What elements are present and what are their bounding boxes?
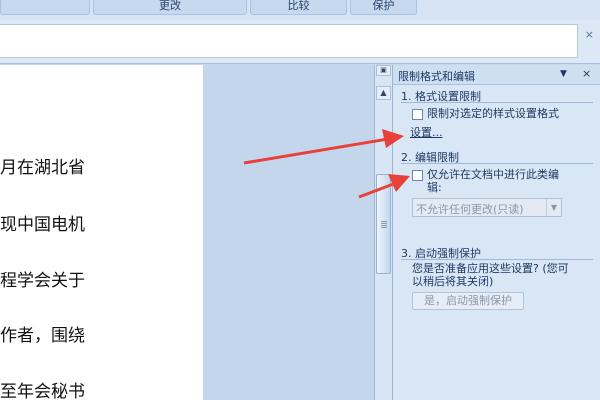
chevron-down-icon[interactable]: ▼ bbox=[546, 199, 561, 216]
message-bar: × bbox=[0, 20, 600, 64]
document-text-line: 至年会秘书 bbox=[0, 382, 85, 400]
section-divider bbox=[401, 102, 593, 103]
document-area: 月在湖北省 现中国电机 程学会关于 作者，围绕 至年会秘书 bbox=[0, 65, 374, 400]
restrict-formatting-pane: 限制格式和编辑 ▼ × 1. 格式设置限制 限制对选定的样式设置格式 设置...… bbox=[392, 65, 600, 400]
editing-type-value: 不允许任何更改(只读) bbox=[416, 203, 524, 216]
editing-type-select[interactable]: 不允许任何更改(只读) ▼ bbox=[412, 198, 562, 217]
section-divider bbox=[401, 259, 593, 260]
document-text-line: 程学会关于 bbox=[0, 271, 85, 291]
ribbon-group-protect[interactable]: 保护 bbox=[350, 0, 417, 15]
pane-close-icon[interactable]: × bbox=[582, 67, 591, 80]
editing-restriction-label-cont: 辑: bbox=[427, 181, 442, 194]
formatting-settings-link[interactable]: 设置... bbox=[410, 126, 443, 140]
pane-title: 限制格式和编辑 bbox=[398, 70, 475, 83]
formatting-restriction-label: 限制对选定的样式设置格式 bbox=[427, 107, 559, 120]
close-icon[interactable]: × bbox=[585, 28, 594, 41]
message-bar-field bbox=[0, 24, 578, 58]
pane-header: 限制格式和编辑 ▼ × bbox=[393, 65, 600, 85]
enforcement-description-cont: 以稍后将其关闭) bbox=[412, 275, 494, 288]
start-enforcing-button[interactable]: 是，启动强制保护 bbox=[412, 292, 524, 310]
scrollbar-thumb[interactable] bbox=[376, 174, 391, 274]
ribbon-group-bar: 更改 比较 保护 bbox=[0, 0, 600, 20]
pane-menu-icon[interactable]: ▼ bbox=[560, 69, 567, 79]
document-text-line: 现中国电机 bbox=[0, 215, 85, 235]
formatting-restriction-checkbox[interactable] bbox=[412, 109, 423, 120]
document-text-line: 月在湖北省 bbox=[0, 158, 85, 178]
vertical-scrollbar[interactable]: ▣ ▲ bbox=[374, 65, 392, 400]
enforcement-description: 您是否准备应用这些设置? (您可 bbox=[412, 262, 569, 275]
editing-restriction-label: 仅允许在文档中进行此类编 bbox=[427, 168, 559, 181]
document-page[interactable]: 月在湖北省 现中国电机 程学会关于 作者，围绕 至年会秘书 bbox=[0, 65, 203, 400]
ribbon-group-changes[interactable]: 更改 bbox=[93, 0, 247, 15]
scroll-up-button[interactable]: ▲ bbox=[376, 86, 391, 100]
grip-icon bbox=[381, 221, 387, 222]
ribbon-group-unnamed[interactable] bbox=[0, 0, 90, 15]
ribbon-group-compare[interactable]: 比较 bbox=[250, 0, 347, 15]
editing-restriction-checkbox[interactable] bbox=[412, 170, 423, 181]
ruler-toggle-icon[interactable]: ▣ bbox=[376, 65, 391, 76]
section-divider bbox=[401, 163, 593, 164]
document-text-line: 作者，围绕 bbox=[0, 326, 85, 346]
